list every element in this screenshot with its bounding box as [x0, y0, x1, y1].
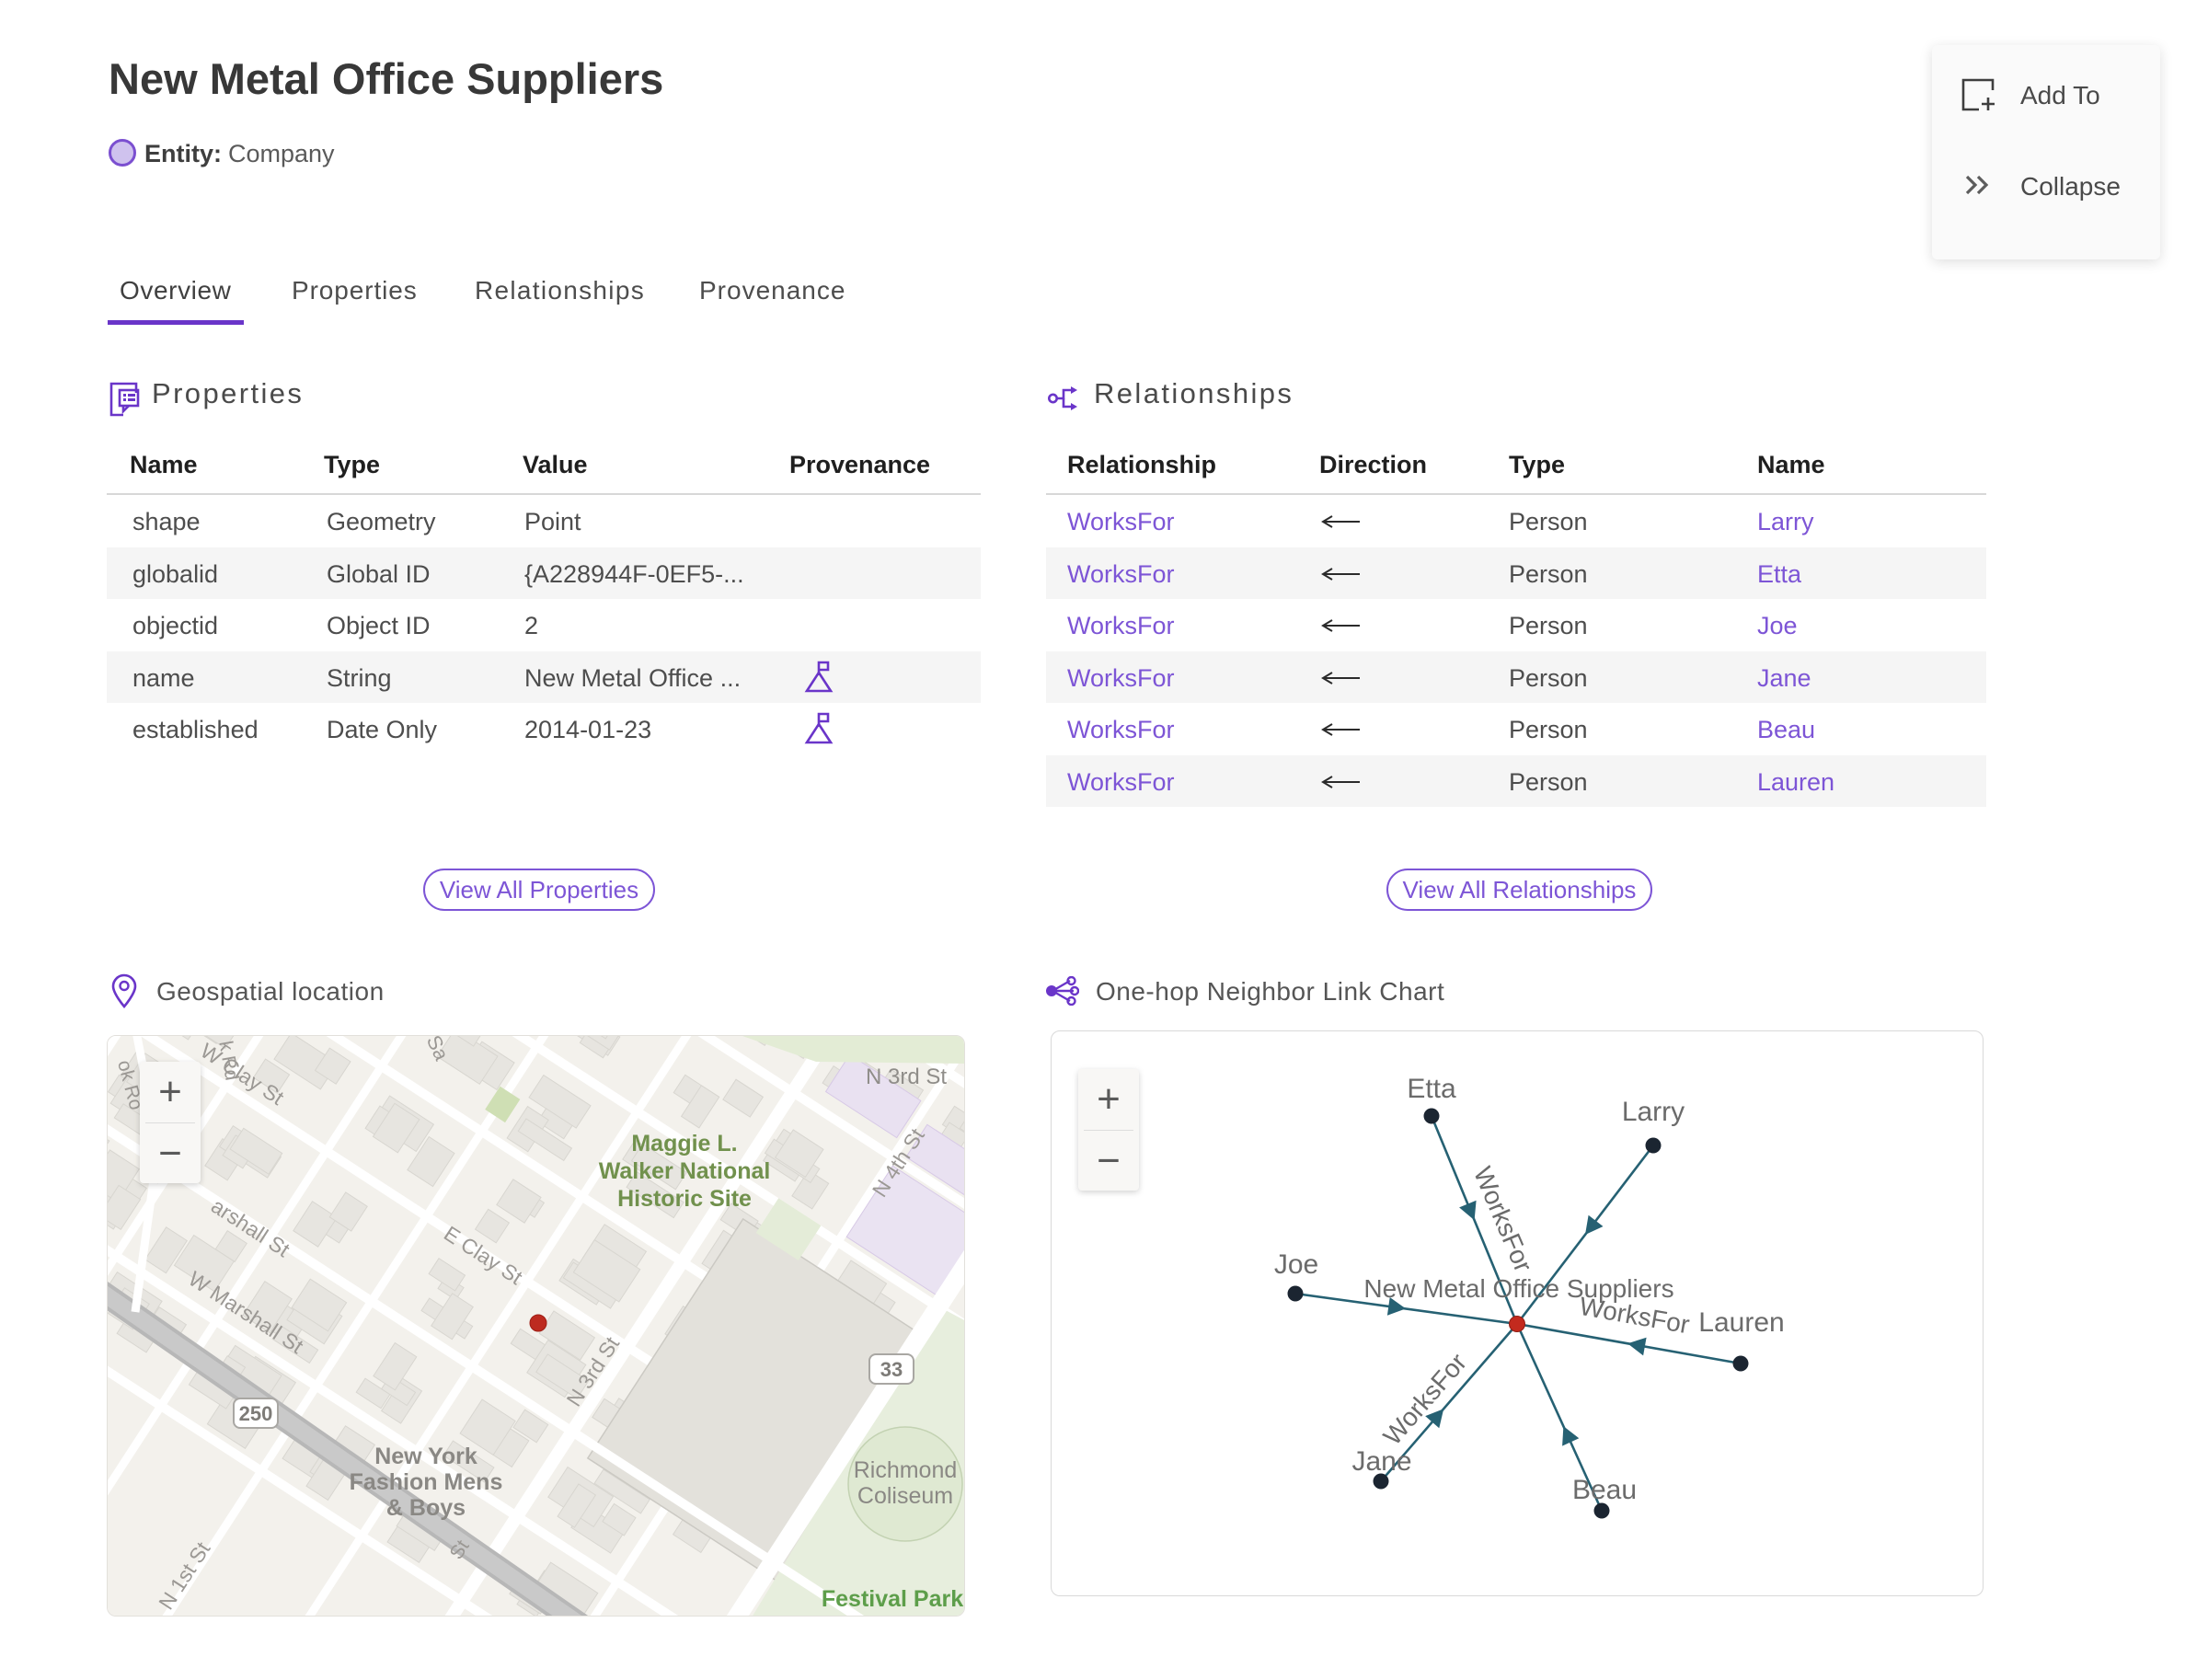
- svg-text:& Boys: & Boys: [386, 1495, 466, 1521]
- svg-text:Fashion Mens: Fashion Mens: [350, 1469, 503, 1495]
- svg-text:Etta: Etta: [1407, 1074, 1456, 1104]
- svg-text:Maggie L.: Maggie L.: [631, 1131, 737, 1156]
- svg-text:Beau: Beau: [1572, 1475, 1637, 1505]
- svg-text:N 3rd St: N 3rd St: [866, 1064, 947, 1089]
- svg-text:WorksFor: WorksFor: [1377, 1348, 1472, 1451]
- svg-text:250: 250: [239, 1402, 273, 1425]
- svg-text:Richmond: Richmond: [854, 1457, 958, 1483]
- svg-text:Coliseum: Coliseum: [857, 1483, 953, 1509]
- svg-text:Larry: Larry: [1622, 1097, 1685, 1127]
- svg-text:Lauren: Lauren: [1698, 1307, 1784, 1338]
- svg-text:33: 33: [880, 1358, 903, 1381]
- svg-text:Festival Park: Festival Park: [822, 1586, 963, 1612]
- svg-text:WorksFor: WorksFor: [1468, 1163, 1538, 1276]
- svg-text:New York: New York: [374, 1444, 477, 1469]
- svg-text:Joe: Joe: [1274, 1249, 1318, 1280]
- svg-text:Walker National: Walker National: [599, 1158, 771, 1184]
- svg-text:Jane: Jane: [1351, 1446, 1411, 1477]
- svg-text:Historic Site: Historic Site: [617, 1186, 752, 1212]
- svg-text:New Metal Office Suppliers: New Metal Office Suppliers: [1363, 1274, 1673, 1303]
